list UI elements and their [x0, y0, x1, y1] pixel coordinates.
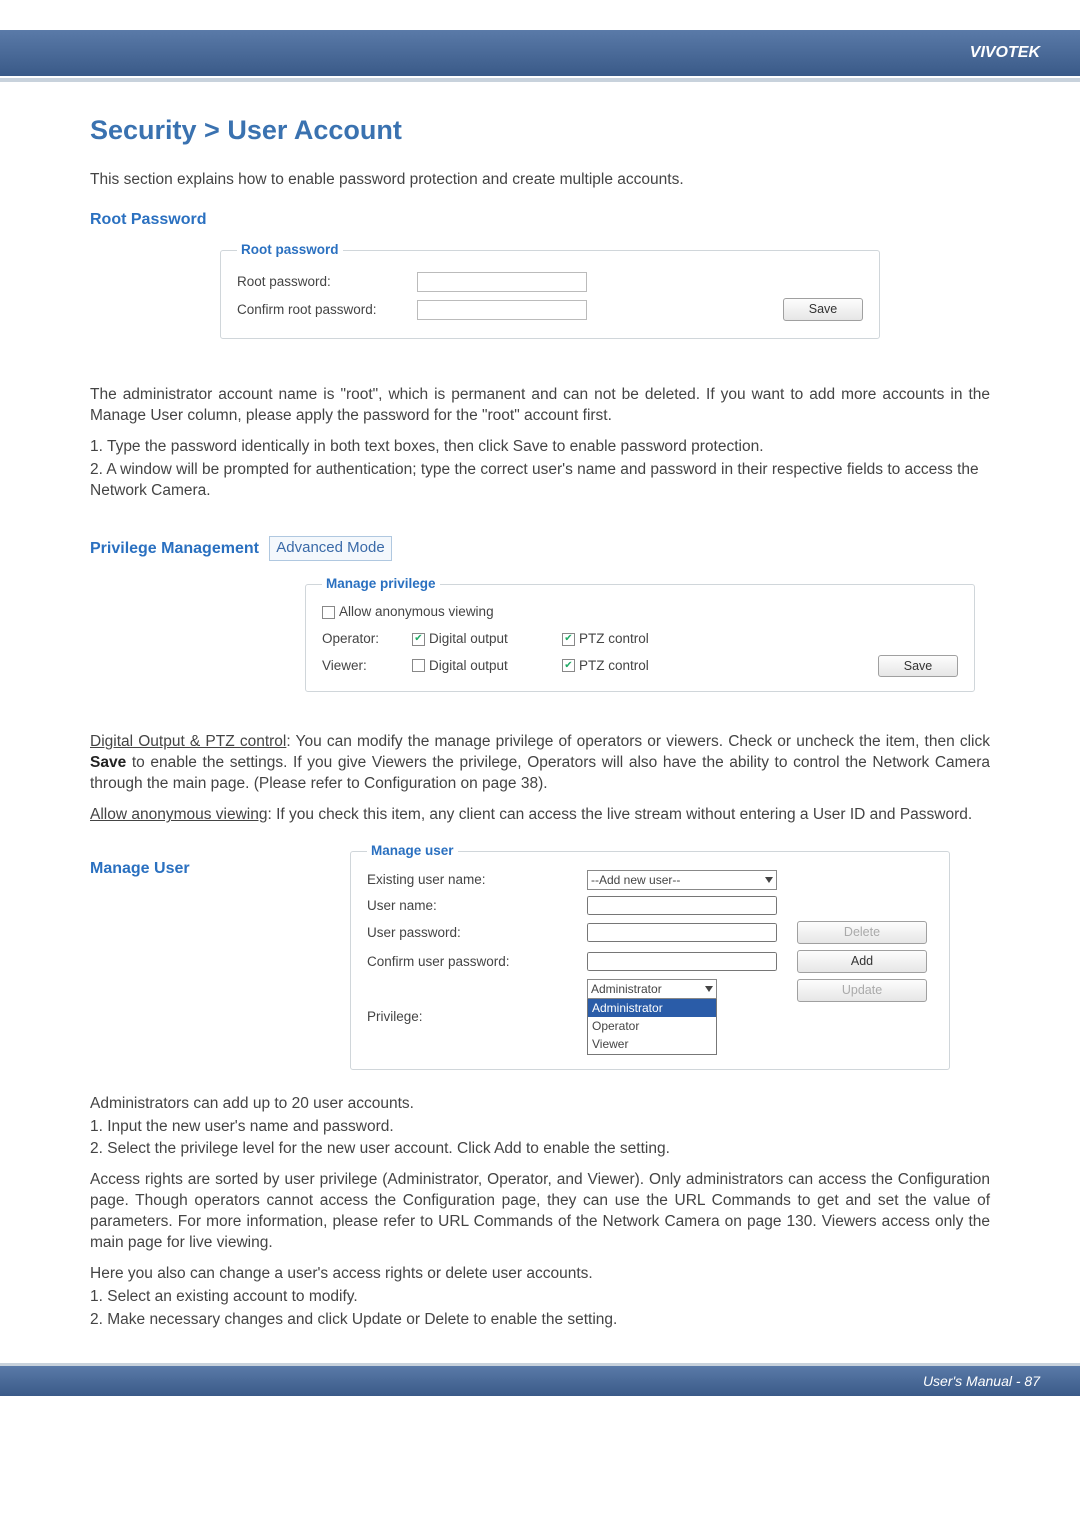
- confirm-user-password-input[interactable]: [587, 952, 777, 971]
- checkbox-icon: [412, 659, 425, 672]
- add-user-button[interactable]: Add: [797, 950, 927, 973]
- root-password-panel-wrap: Root password Root password: Confirm roo…: [220, 241, 880, 339]
- confirm-root-password-input[interactable]: [417, 300, 587, 320]
- privilege-select-wrap: Administrator Administrator Operator Vie…: [587, 979, 777, 1055]
- operator-do-label: Digital output: [429, 630, 508, 648]
- root-description-p1: The administrator account name is "root"…: [90, 385, 990, 427]
- manage-user-legend: Manage user: [367, 842, 458, 860]
- root-step-2: 2. A window will be prompted for authent…: [90, 460, 990, 502]
- existing-user-label: Existing user name:: [367, 871, 567, 889]
- allow-anonymous-checkbox[interactable]: Allow anonymous viewing: [322, 603, 494, 621]
- root-step-1: 1. Type the password identically in both…: [90, 437, 990, 458]
- page-content: Security > User Account This section exp…: [0, 82, 1080, 1363]
- checkbox-icon: [562, 659, 575, 672]
- advanced-mode-tag: Advanced Mode: [269, 536, 391, 560]
- header-bar: VIVOTEK: [0, 30, 1080, 76]
- delete-user-button[interactable]: Delete: [797, 921, 927, 944]
- root-step-1-pre: 1. Type the password identically in both…: [90, 438, 513, 455]
- viewer-do-label: Digital output: [429, 657, 508, 675]
- confirm-user-password-label: Confirm user password:: [367, 953, 567, 971]
- privilege-management-heading: Privilege Management: [90, 538, 259, 560]
- operator-digital-output-checkbox[interactable]: Digital output: [412, 630, 562, 648]
- viewer-digital-output-checkbox[interactable]: Digital output: [412, 657, 562, 675]
- confirm-root-password-row: Confirm root password: Save: [237, 295, 863, 324]
- mu-li2-pre: 2. Select the privilege level for the ne…: [90, 1140, 494, 1157]
- root-password-panel: Root password Root password: Confirm roo…: [220, 241, 880, 339]
- privilege-panel-wrap: Manage privilege Allow anonymous viewing…: [305, 575, 975, 692]
- root-step-1-bold: Save: [513, 438, 548, 455]
- digital-output-description: Digital Output & PTZ control: You can mo…: [90, 732, 990, 795]
- privilege-option-operator[interactable]: Operator: [588, 1017, 716, 1035]
- cd-li4-b1: Update: [352, 1311, 402, 1328]
- change-delete-step-1: 1. Select an existing account to modify.: [90, 1287, 990, 1308]
- anonymous-viewing-description: Allow anonymous viewing: If you check th…: [90, 805, 990, 826]
- checkbox-icon: [322, 606, 335, 619]
- footer-text: User's Manual - 87: [923, 1373, 1040, 1389]
- dop-post: to enable the settings. If you give View…: [90, 754, 990, 792]
- operator-ptz-checkbox[interactable]: PTZ control: [562, 630, 712, 648]
- existing-user-value: --Add new user--: [591, 872, 680, 888]
- change-delete-step-2: 2. Make necessary changes and click Upda…: [90, 1310, 990, 1331]
- operator-row-label: Operator:: [322, 630, 412, 648]
- root-password-legend: Root password: [237, 241, 343, 259]
- manage-user-step-2: 2. Select the privilege level for the ne…: [90, 1139, 990, 1160]
- manage-user-heading: Manage User: [90, 858, 350, 880]
- viewer-row-label: Viewer:: [322, 657, 412, 675]
- root-password-label: Root password:: [237, 273, 417, 291]
- manage-user-p1: Administrators can add up to 20 user acc…: [90, 1094, 990, 1115]
- root-password-row: Root password:: [237, 269, 863, 295]
- brand-text: VIVOTEK: [970, 44, 1040, 62]
- dop-bold: Save: [90, 754, 126, 771]
- change-delete-intro: Here you also can change a user's access…: [90, 1264, 990, 1285]
- root-password-heading: Root Password: [90, 209, 990, 231]
- privilege-label: Privilege:: [367, 1008, 567, 1026]
- mu-li2-bold: Add: [494, 1140, 522, 1157]
- cd-li4-mid: or: [402, 1311, 424, 1328]
- root-step-1-post: to enable password protection.: [548, 438, 763, 455]
- user-name-label: User name:: [367, 897, 567, 915]
- privilege-option-administrator[interactable]: Administrator: [588, 999, 716, 1017]
- page-title: Security > User Account: [90, 112, 990, 148]
- existing-user-select[interactable]: --Add new user--: [587, 870, 777, 890]
- cd-li4-b2: Delete: [424, 1311, 469, 1328]
- privilege-save-button[interactable]: Save: [878, 655, 958, 678]
- privilege-select[interactable]: Administrator: [587, 979, 717, 999]
- viewer-ptz-label: PTZ control: [579, 657, 649, 675]
- manage-user-step-1: 1. Input the new user's name and passwor…: [90, 1117, 990, 1138]
- anon-title: Allow anonymous viewing: [90, 806, 267, 823]
- viewer-ptz-checkbox[interactable]: PTZ control: [562, 657, 712, 675]
- user-password-input[interactable]: [587, 923, 777, 942]
- confirm-root-password-label: Confirm root password:: [237, 301, 417, 319]
- cd-li4-pre: 2. Make necessary changes and click: [90, 1311, 352, 1328]
- privilege-dropdown: Administrator Operator Viewer: [587, 998, 717, 1055]
- privilege-option-viewer[interactable]: Viewer: [588, 1035, 716, 1053]
- checkbox-icon: [412, 633, 425, 646]
- dop-pre: : You can modify the manage privilege of…: [286, 733, 990, 750]
- update-user-button[interactable]: Update: [797, 979, 927, 1002]
- anon-text: : If you check this item, any client can…: [267, 806, 972, 823]
- user-password-label: User password:: [367, 924, 567, 942]
- dop-title: Digital Output & PTZ control: [90, 733, 286, 750]
- footer-bar: User's Manual - 87: [0, 1366, 1080, 1396]
- cd-li4-post: to enable the setting.: [469, 1311, 617, 1328]
- allow-anonymous-label: Allow anonymous viewing: [339, 603, 494, 621]
- manage-user-section: Manage User Manage user Existing user na…: [90, 836, 990, 1084]
- manage-user-panel: Manage user Existing user name: --Add ne…: [350, 842, 950, 1070]
- manage-privilege-panel: Manage privilege Allow anonymous viewing…: [305, 575, 975, 692]
- manage-privilege-legend: Manage privilege: [322, 575, 440, 593]
- privilege-grid: Operator: Digital output PTZ control Vie…: [322, 630, 958, 677]
- user-name-input[interactable]: [587, 896, 777, 915]
- intro-text: This section explains how to enable pass…: [90, 170, 990, 191]
- privilege-select-value: Administrator: [591, 981, 662, 997]
- privilege-heading-row: Privilege Management Advanced Mode: [90, 530, 990, 570]
- mu-li2-post: to enable the setting.: [522, 1140, 670, 1157]
- access-rights-para: Access rights are sorted by user privile…: [90, 1170, 990, 1254]
- root-password-input[interactable]: [417, 272, 587, 292]
- manage-user-grid: Existing user name: --Add new user-- Use…: [367, 870, 933, 1054]
- operator-ptz-label: PTZ control: [579, 630, 649, 648]
- root-password-save-button[interactable]: Save: [783, 298, 863, 321]
- checkbox-icon: [562, 633, 575, 646]
